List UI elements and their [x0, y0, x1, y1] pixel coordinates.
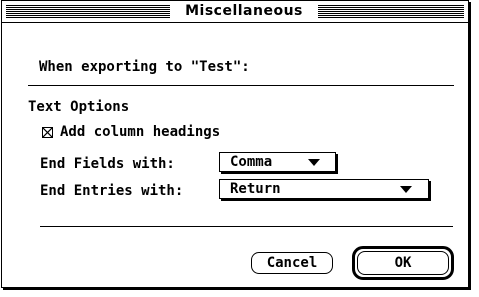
ok-button[interactable]: OK [357, 251, 449, 275]
title-bar-stripes-left [6, 5, 170, 18]
add-column-headings-label[interactable]: Add column headings [60, 124, 220, 140]
header-divider [28, 85, 454, 86]
end-entries-label: End Entries with: [40, 183, 184, 199]
end-entries-popup[interactable]: Return [219, 179, 429, 199]
miscellaneous-dialog: Miscellaneous When exporting to "Test": … [1, 0, 469, 288]
end-entries-value: Return [230, 181, 281, 197]
window-shadow-bottom [3, 288, 471, 290]
export-target-header: When exporting to "Test": [39, 59, 250, 75]
add-column-headings-checkbox[interactable] [42, 127, 53, 138]
dialog-title: Miscellaneous [174, 2, 314, 21]
title-bar[interactable]: Miscellaneous [2, 1, 468, 23]
checkbox-check-icon [43, 128, 52, 137]
title-bar-stripes-right [318, 5, 464, 18]
cancel-button[interactable]: Cancel [251, 252, 333, 274]
end-fields-value: Comma [230, 154, 273, 170]
end-fields-popup[interactable]: Comma [219, 152, 336, 172]
end-fields-label: End Fields with: [40, 156, 175, 172]
end-entries-arrow-icon [400, 186, 412, 193]
end-fields-arrow-icon [308, 159, 320, 166]
buttons-divider [40, 226, 453, 227]
text-options-heading: Text Options [28, 99, 130, 115]
window-shadow-right [469, 2, 471, 290]
